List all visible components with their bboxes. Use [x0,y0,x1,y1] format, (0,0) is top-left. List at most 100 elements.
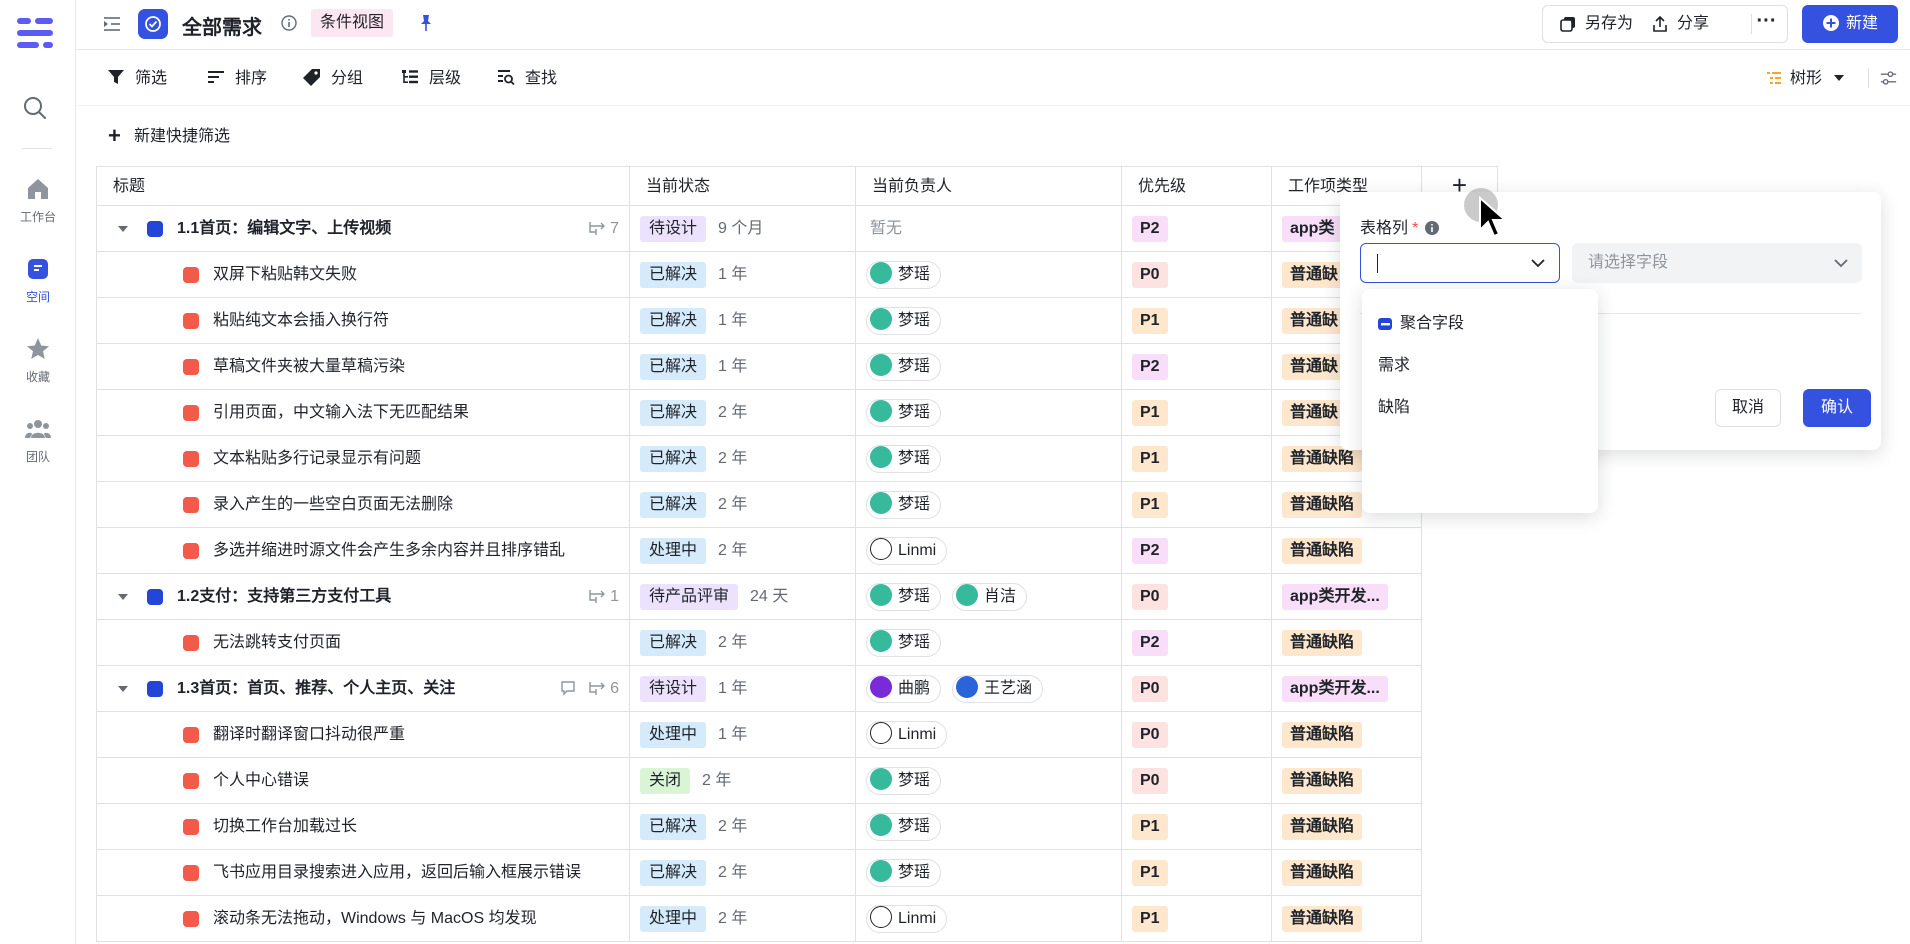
group-button[interactable]: 分组 [302,67,363,91]
title-cell[interactable]: 滚动条无法拖动，Windows 与 MacOS 均发现 [96,896,630,942]
owner-cell[interactable]: 梦瑶 [856,344,1122,390]
row-title[interactable]: 翻译时翻译窗口抖动很严重 [213,712,405,758]
new-button[interactable]: 新建 [1802,5,1898,43]
row-title[interactable]: 无法跳转支付页面 [213,620,341,666]
status-cell[interactable]: 已解决 1 年 [630,344,856,390]
row-title[interactable]: 草稿文件夹被大量草稿污染 [213,344,405,390]
level-button[interactable]: 层级 [400,67,461,91]
owner-cell[interactable]: 曲鹏 王艺涵 [856,666,1122,712]
owner-chip[interactable]: Linmi [866,721,948,749]
status-cell[interactable]: 处理中 2 年 [630,896,856,942]
owner-cell[interactable]: 梦瑶 肖洁 [856,574,1122,620]
owner-chip[interactable]: 王艺涵 [952,675,1044,703]
priority-cell[interactable]: P0 [1122,666,1272,712]
status-cell[interactable]: 已解决 2 年 [630,620,856,666]
table-row[interactable]: 切换工作台加载过长 已解决 2 年 梦瑶 P1 普通缺陷 [96,804,1422,850]
priority-cell[interactable]: P2 [1122,528,1272,574]
filter-button[interactable]: 筛选 [106,67,167,91]
table-row[interactable]: 文本粘贴多行记录显示有问题 已解决 2 年梦瑶 P1 普通缺陷 [96,436,1422,482]
title-cell[interactable]: 双屏下粘贴韩文失败 [96,252,630,298]
table-row[interactable]: 1.2支付：支持第三方支付工具 1 待产品评审 24 天 梦瑶 肖洁 P0 app类开发... [96,574,1422,620]
owner-chip[interactable]: 曲鹏 [866,675,942,703]
title-cell[interactable]: 切换工作台加载过长 [96,804,630,850]
title-cell[interactable]: 文本粘贴多行记录显示有问题 [96,436,630,482]
row-title[interactable]: 滚动条无法拖动，Windows 与 MacOS 均发现 [213,896,537,942]
status-cell[interactable]: 已解决 2 年 [630,482,856,528]
more-button[interactable]: ··· [1751,11,1781,34]
owner-chip[interactable]: 梦瑶 [866,353,942,381]
row-title[interactable]: 1.3首页：首页、推荐、个人主页、关注 [177,666,455,712]
title-cell[interactable]: 引用页面，中文输入法下无匹配结果 [96,390,630,436]
table-row[interactable]: 飞书应用目录搜索进入应用，返回后输入框展示错误 已解决 2 年 梦瑶 P1 普通缺陷 [96,850,1422,896]
priority-cell[interactable]: P1 [1122,896,1272,942]
title-cell[interactable]: 飞书应用目录搜索进入应用，返回后输入框展示错误 [96,850,630,896]
priority-cell[interactable]: P0 [1122,758,1272,804]
title-cell[interactable]: 粘贴纯文本会插入换行符 [96,298,630,344]
priority-cell[interactable]: P1 [1122,482,1272,528]
info-icon[interactable] [280,14,298,32]
title-cell[interactable]: 1.3首页：首页、推荐、个人主页、关注 6 [96,666,630,712]
option-bug[interactable]: 缺陷 [1378,393,1410,423]
table-row[interactable]: 草稿文件夹被大量草稿污染 已解决 1 年 梦瑶 P2 普通缺 [96,344,1422,390]
row-title[interactable]: 1.1首页：编辑文字、上传视频 [177,206,391,252]
status-cell[interactable]: 处理中 2 年 [630,528,856,574]
status-cell[interactable]: 已解决 2 年 [630,390,856,436]
type-cell[interactable]: app类开发... [1272,574,1422,620]
row-title[interactable]: 引用页面，中文输入法下无匹配结果 [213,390,469,436]
rail-item-team[interactable]: 团队 [0,416,76,465]
column-header-owner[interactable]: 当前负责人 [856,166,1122,206]
owner-chip[interactable]: 梦瑶 [866,261,942,289]
title-cell[interactable]: 多选并缩进时源文件会产生多余内容并且排序错乱 [96,528,630,574]
table-row[interactable]: 翻译时翻译窗口抖动很严重 处理中 1 年 Linmi P0 普通缺陷 [96,712,1422,758]
owner-chip[interactable]: 梦瑶 [866,307,942,335]
table-row[interactable]: 1.3首页：首页、推荐、个人主页、关注 6 待设计 1 年 曲鹏 王艺涵 P0 app类开发.… [96,666,1422,712]
sort-button[interactable]: 排序 [206,67,267,91]
priority-cell[interactable]: P1 [1122,298,1272,344]
title-cell[interactable]: 个人中心错误 [96,758,630,804]
row-title[interactable]: 双屏下粘贴韩文失败 [213,252,357,298]
priority-cell[interactable]: P1 [1122,804,1272,850]
status-cell[interactable]: 处理中 1 年 [630,712,856,758]
owner-cell[interactable]: 梦瑶 [856,482,1122,528]
owner-cell[interactable]: 梦瑶 [856,298,1122,344]
owner-cell[interactable]: 梦瑶 [856,252,1122,298]
title-cell[interactable]: 无法跳转支付页面 [96,620,630,666]
owner-cell[interactable]: Linmi [856,712,1122,758]
table-row[interactable]: 引用页面，中文输入法下无匹配结果 已解决 2 年 梦瑶 P1 普通缺 [96,390,1422,436]
owner-cell[interactable]: 梦瑶 [856,390,1122,436]
row-title[interactable]: 文本粘贴多行记录显示有问题 [213,436,421,482]
table-row[interactable]: 无法跳转支付页面 已解决 2 年 梦瑶 P2 普通缺陷 [96,620,1422,666]
title-cell[interactable]: 草稿文件夹被大量草稿污染 [96,344,630,390]
row-title[interactable]: 粘贴纯文本会插入换行符 [213,298,389,344]
owner-cell[interactable]: 梦瑶 [856,850,1122,896]
row-title[interactable]: 1.2支付：支持第三方支付工具 [177,574,391,620]
owner-cell[interactable]: Linmi [856,528,1122,574]
save-as-button[interactable]: 另存为 [1559,6,1633,42]
column-header-priority[interactable]: 优先级 [1122,166,1272,206]
column-header-status[interactable]: 当前状态 [630,166,856,206]
priority-cell[interactable]: P0 [1122,574,1272,620]
status-cell[interactable]: 已解决 2 年 [630,436,856,482]
priority-cell[interactable]: P0 [1122,252,1272,298]
row-title[interactable]: 个人中心错误 [213,758,309,804]
view-settings-icon[interactable] [1868,68,1898,88]
owner-chip[interactable]: Linmi [866,537,948,565]
title-cell[interactable]: 1.2支付：支持第三方支付工具 1 [96,574,630,620]
owner-chip[interactable]: 梦瑶 [866,859,942,887]
priority-cell[interactable]: P1 [1122,390,1272,436]
rail-item-workbench[interactable]: 工作台 [0,176,76,225]
title-cell[interactable]: 录入产生的一些空白页面无法删除 [96,482,630,528]
row-title[interactable]: 飞书应用目录搜索进入应用，返回后输入框展示错误 [213,850,581,896]
owner-chip[interactable]: 梦瑶 [866,583,942,611]
option-requirement[interactable]: 需求 [1378,351,1410,381]
priority-cell[interactable]: P2 [1122,620,1272,666]
owner-cell[interactable]: 梦瑶 [856,436,1122,482]
table-row[interactable]: 双屏下粘贴韩文失败 已解决 1 年 梦瑶 P0 普通缺 [96,252,1422,298]
table-row[interactable]: 录入产生的一些空白页面无法删除 已解决 2 年 梦瑶 P1 普通缺陷 [96,482,1422,528]
expand-chevron-icon[interactable] [117,222,129,234]
expand-chevron-icon[interactable] [117,590,129,602]
share-button[interactable]: 分享 [1651,6,1709,42]
type-cell[interactable]: 普通缺陷 [1272,758,1422,804]
column-header-title[interactable]: 标题 [96,166,630,206]
row-title[interactable]: 录入产生的一些空白页面无法删除 [213,482,453,528]
